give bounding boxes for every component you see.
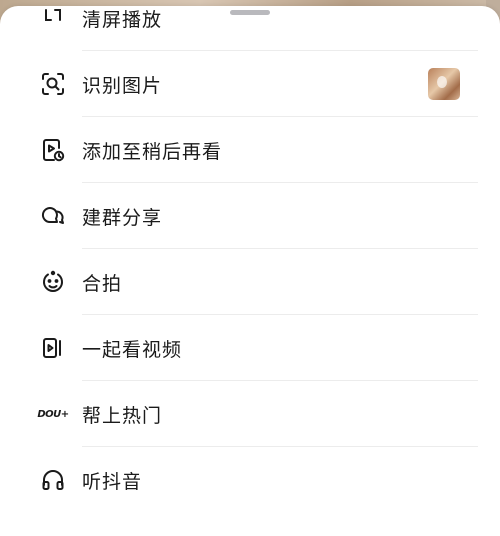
menu-item-label: 合拍: [82, 272, 123, 295]
menu-item-watch-together[interactable]: 一起看视频: [0, 315, 500, 381]
recognized-image-thumbnail[interactable]: [428, 68, 460, 100]
duet-icon: [38, 267, 68, 297]
watch-later-icon: [38, 135, 68, 165]
dou-plus-icon: DOU+: [37, 408, 69, 420]
menu-item-label: 建群分享: [82, 206, 163, 229]
group-chat-icon: [38, 201, 68, 231]
menu-item-dou-plus[interactable]: DOU+ 帮上热门: [0, 381, 500, 447]
menu-item-clear-screen[interactable]: 清屏播放: [0, 0, 500, 51]
menu-item-label: 添加至稍后再看: [82, 140, 223, 163]
menu-item-label: 清屏播放: [82, 8, 163, 31]
menu-item-label: 帮上热门: [82, 404, 163, 427]
share-bottom-sheet: 清屏播放 识别图片 添加至稍后再看 建群分享 合拍 一起看视频 DOU+ 帮上热…: [0, 6, 500, 536]
action-menu: 清屏播放 识别图片 添加至稍后再看 建群分享 合拍 一起看视频 DOU+ 帮上热…: [0, 0, 500, 513]
menu-item-group-share[interactable]: 建群分享: [0, 183, 500, 249]
clear-screen-icon: [38, 3, 68, 33]
menu-item-duet[interactable]: 合拍: [0, 249, 500, 315]
menu-item-watch-later[interactable]: 添加至稍后再看: [0, 117, 500, 183]
menu-item-listen[interactable]: 听抖音: [0, 447, 500, 513]
menu-item-label: 识别图片: [82, 74, 163, 97]
watch-together-icon: [38, 333, 68, 363]
menu-item-image-recognition[interactable]: 识别图片: [0, 51, 500, 117]
menu-item-label: 一起看视频: [82, 338, 183, 361]
menu-item-label: 听抖音: [82, 470, 143, 493]
headphones-icon: [38, 465, 68, 495]
image-recognition-icon: [38, 69, 68, 99]
